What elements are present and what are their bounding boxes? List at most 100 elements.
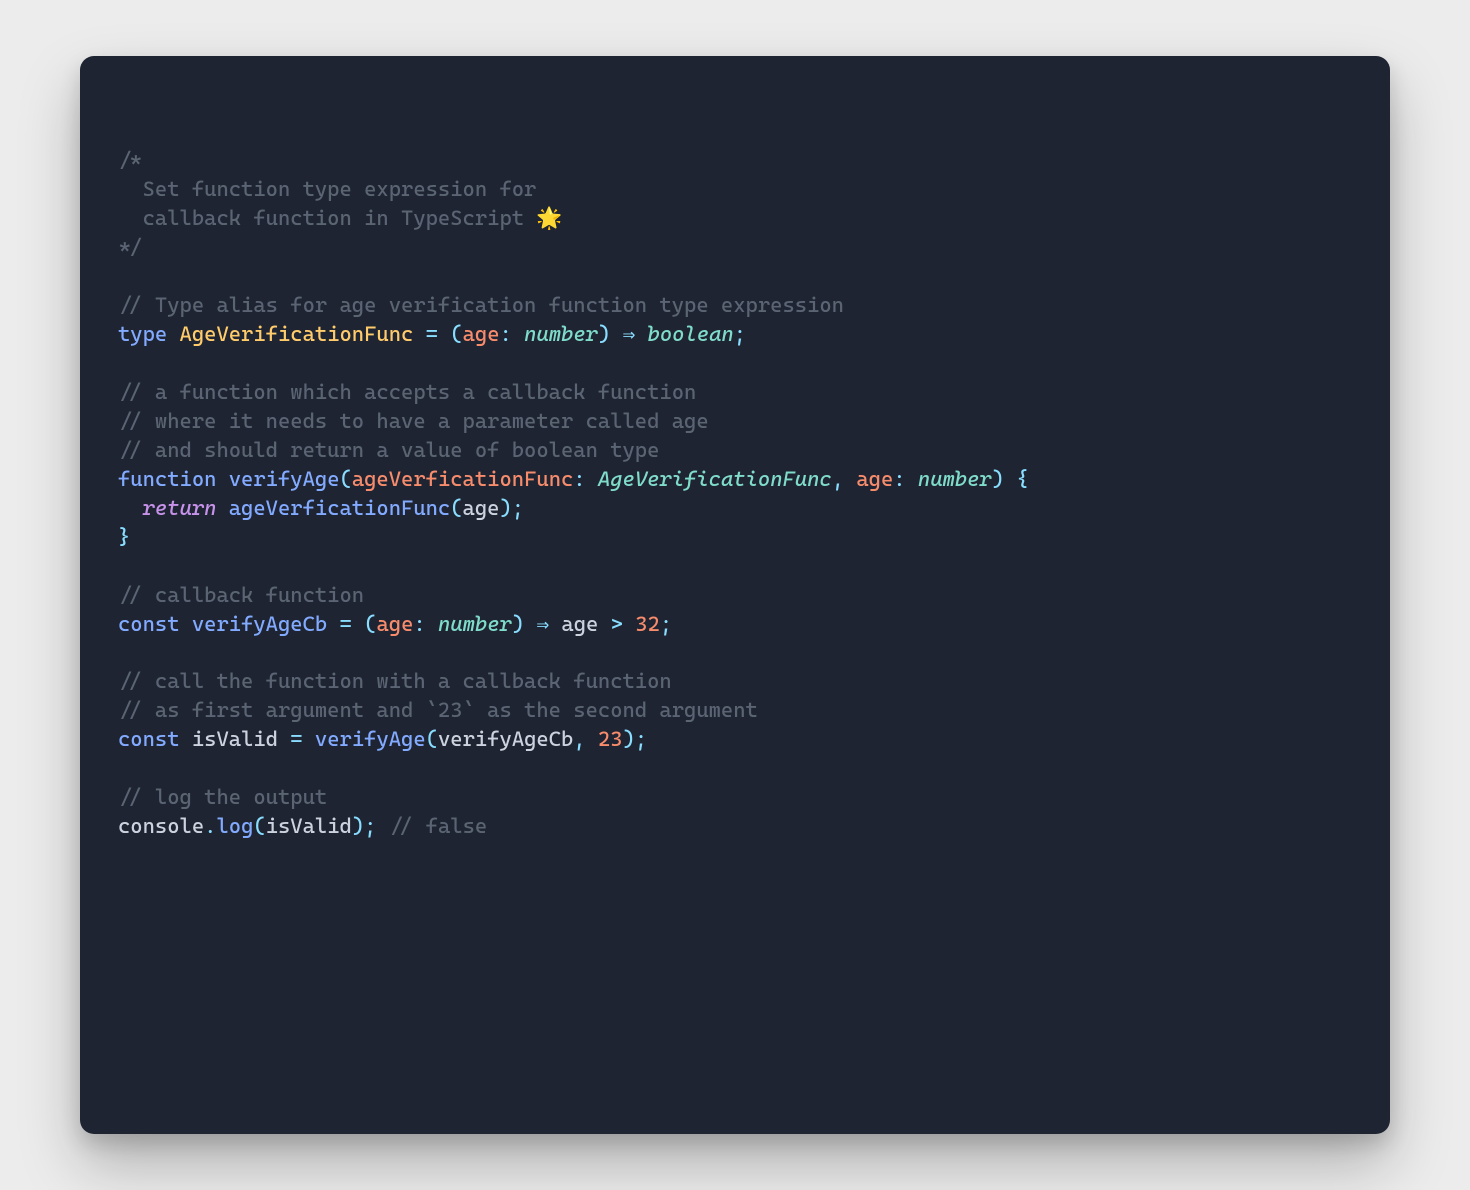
code-line: const verifyAgeCb = (age: number) ⇒ age … [118, 612, 672, 636]
code-token: ; [734, 322, 746, 346]
code-token: 23 [598, 727, 623, 751]
code-token: ⇒ [536, 612, 549, 636]
code-token: type [118, 322, 167, 346]
code-line: // as first argument and `23` as the sec… [118, 698, 758, 722]
code-token: Set function type expression for [118, 177, 536, 201]
code-token: , [832, 467, 844, 491]
code-token: ( [364, 612, 376, 636]
code-line: console.log(isValid); // false [118, 814, 487, 838]
code-token: age [561, 612, 598, 636]
code-line: // and should return a value of boolean … [118, 438, 659, 462]
code-token [512, 322, 524, 346]
code-token: number [918, 467, 992, 491]
code-token: age [856, 467, 893, 491]
code-token: AgeVerificationFunc [180, 322, 414, 346]
code-token [1004, 467, 1016, 491]
code-token: // where it needs to have a parameter ca… [118, 409, 709, 433]
code-token: : [500, 322, 512, 346]
code-token: number [524, 322, 598, 346]
code-token: // a function which accepts a callback f… [118, 380, 696, 404]
code-line: // log the output [118, 785, 327, 809]
code-token [635, 322, 647, 346]
code-token: */ [118, 235, 143, 259]
code-token: // call the function with a callback fun… [118, 669, 672, 693]
code-snippet-card: /* Set function type expression for call… [80, 56, 1390, 1134]
code-token [376, 814, 388, 838]
code-token: . [204, 814, 216, 838]
code-token: = [340, 612, 352, 636]
code-line: // where it needs to have a parameter ca… [118, 409, 709, 433]
code-token [216, 496, 228, 520]
code-token [844, 467, 856, 491]
code-token: ); [352, 814, 377, 838]
code-token: ageVerficationFunc [229, 496, 450, 520]
code-token: // callback function [118, 583, 364, 607]
code-token: AgeVerificationFunc [598, 467, 832, 491]
code-token: // log the output [118, 785, 327, 809]
code-token: ( [450, 322, 462, 346]
code-token [906, 467, 918, 491]
code-token: log [216, 814, 253, 838]
code-token: = [290, 727, 302, 751]
code-token: ); [499, 496, 524, 520]
code-block[interactable]: /* Set function type expression for call… [80, 146, 1390, 841]
code-token: : [573, 467, 585, 491]
code-line: callback function in TypeScript 🌟 [118, 206, 563, 230]
code-token: = [426, 322, 438, 346]
code-line: */ [118, 235, 143, 259]
code-token: isValid [266, 814, 352, 838]
code-line: // Type alias for age verification funct… [118, 293, 844, 317]
code-token: age [376, 612, 413, 636]
code-token: verifyAgeCb [192, 612, 327, 636]
code-token: age [463, 496, 500, 520]
code-token [352, 612, 364, 636]
code-token: ) [512, 612, 524, 636]
code-token: ) [598, 322, 610, 346]
code-line: type AgeVerificationFunc = (age: number)… [118, 322, 746, 346]
code-token [303, 727, 315, 751]
code-token: verifyAge [315, 727, 426, 751]
code-token: /* [118, 148, 143, 172]
code-token [118, 496, 143, 520]
code-line: // a function which accepts a callback f… [118, 380, 696, 404]
code-line: // call the function with a callback fun… [118, 669, 672, 693]
code-token: function [118, 467, 216, 491]
code-line: // callback function [118, 583, 364, 607]
code-line: Set function type expression for [118, 177, 536, 201]
code-token [586, 727, 598, 751]
code-token [598, 612, 610, 636]
code-token [180, 727, 192, 751]
code-token: verifyAge [229, 467, 340, 491]
code-token: > [611, 612, 623, 636]
code-token: verifyAgeCb [438, 727, 573, 751]
code-token [413, 322, 425, 346]
code-token: boolean [648, 322, 734, 346]
page-frame: /* Set function type expression for call… [0, 0, 1470, 1190]
code-token: , [573, 727, 585, 751]
code-token: ; [660, 612, 672, 636]
code-token [623, 612, 635, 636]
code-token [278, 727, 290, 751]
code-token: } [118, 525, 130, 549]
code-token: callback function in TypeScript 🌟 [118, 206, 563, 230]
code-token: return [143, 496, 217, 520]
code-token [216, 467, 228, 491]
code-token: 32 [635, 612, 660, 636]
code-token: // and should return a value of boolean … [118, 438, 659, 462]
code-token [524, 612, 536, 636]
code-token: isValid [192, 727, 278, 751]
code-token: { [1016, 467, 1028, 491]
code-token: : [893, 467, 905, 491]
code-token: // false [389, 814, 487, 838]
code-token [610, 322, 622, 346]
code-line: } [118, 525, 130, 549]
code-token [426, 612, 438, 636]
code-line: /* [118, 148, 143, 172]
code-token: ( [340, 467, 352, 491]
code-token: ( [450, 496, 462, 520]
code-line: const isValid = verifyAge(verifyAgeCb, 2… [118, 727, 647, 751]
code-token: ⇒ [623, 322, 636, 346]
code-token [180, 612, 192, 636]
code-token: ( [426, 727, 438, 751]
code-token: console [118, 814, 204, 838]
